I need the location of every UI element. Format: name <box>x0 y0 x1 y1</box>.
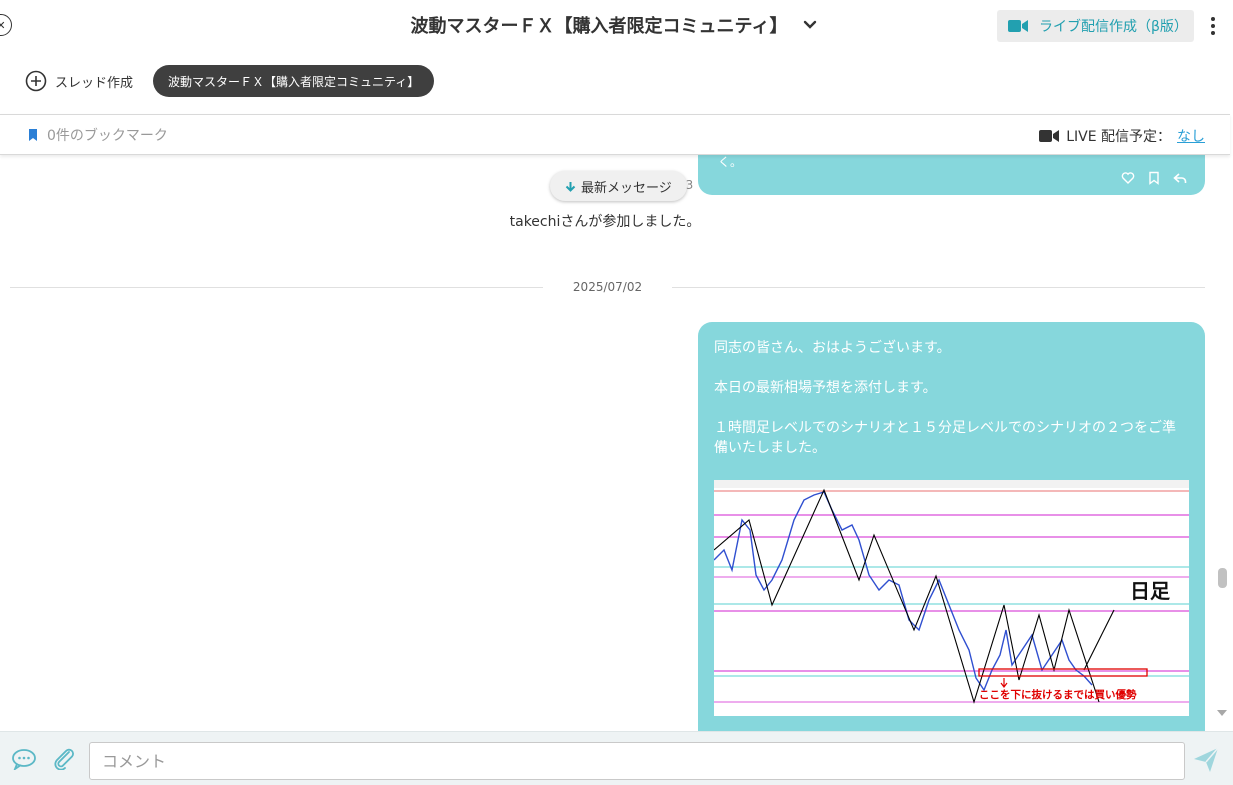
chat-bubble-icon[interactable] <box>11 748 37 770</box>
create-live-label: ライブ配信作成（β版） <box>1039 19 1188 35</box>
date-separator: 2025/07/02 <box>10 279 1206 295</box>
message-bubble: 同志の皆さん、おはようございます。 本日の最新相場予想を添付します。 １時間足レ… <box>698 322 1205 731</box>
message-paragraph: 本日の最新相場予想を添付します。 <box>714 380 937 396</box>
chevron-down-icon[interactable] <box>801 16 819 34</box>
composer <box>0 731 1233 785</box>
live-schedule-link[interactable]: なし <box>1177 126 1205 146</box>
message-actions <box>1121 171 1187 185</box>
reply-icon[interactable] <box>1173 171 1187 185</box>
app-root: ✕ 波動マスターＦＸ【購入者限定コミュニティ】 ライブ配信作成（β版） スレッド… <box>0 0 1233 785</box>
heart-icon[interactable] <box>1121 171 1135 185</box>
comment-input[interactable] <box>89 742 1185 780</box>
bookmark-count: 0件のブックマーク <box>47 128 168 144</box>
bookmark-icon <box>29 129 37 141</box>
bookmarks-button[interactable]: 0件のブックマーク <box>27 125 168 145</box>
create-live-button[interactable]: ライブ配信作成（β版） <box>997 10 1194 42</box>
new-thread-label: スレッド作成 <box>55 75 134 91</box>
chart-note: ここを下に抜けるまでは買い優勢 <box>979 688 1137 701</box>
new-thread-button[interactable]: スレッド作成 <box>25 70 133 92</box>
latest-message-button[interactable]: 最新メッセージ <box>550 171 687 201</box>
paperclip-icon[interactable] <box>52 748 78 770</box>
bookmark-bar: 0件のブックマーク LIVE 配信予定： なし <box>0 114 1230 155</box>
chat-area[interactable]: く。 03 最新メッセージ takechiさんが参加しました。 <box>0 155 1218 731</box>
message-paragraph: 同志の皆さん、おはようございます。 <box>714 340 951 356</box>
more-menu-icon[interactable] <box>1205 14 1221 38</box>
chart-screenshot: ここを下に抜けるまでは買い優勢 日足 <box>713 480 1189 716</box>
latest-message-label: 最新メッセージ <box>581 180 672 196</box>
message-paragraph: １時間足レベルでのシナリオと１５分足レベルでのシナリオの２つをご準備いたしました… <box>714 420 1176 456</box>
video-camera-icon <box>1039 130 1060 142</box>
thread-tabs: スレッド作成 波動マスターＦＸ【購入者限定コミュニティ】 <box>0 56 1230 112</box>
scrollbar-thumb[interactable] <box>1218 568 1227 588</box>
scroll-down-arrow[interactable] <box>1217 710 1227 716</box>
live-schedule-label: LIVE 配信予定： <box>1066 129 1171 145</box>
date-label: 2025/07/02 <box>572 280 643 294</box>
video-camera-icon <box>1008 20 1028 32</box>
message-text-fragment: く。 <box>718 155 743 169</box>
plus-circle-icon <box>25 70 47 92</box>
chart-caption: 日足 <box>1130 579 1171 603</box>
header: ✕ 波動マスターＦＸ【購入者限定コミュニティ】 ライブ配信作成（β版） <box>0 0 1230 54</box>
arrow-down-icon <box>565 181 576 192</box>
bookmark-icon[interactable] <box>1147 171 1161 185</box>
thread-chip-active[interactable]: 波動マスターＦＸ【購入者限定コミュニティ】 <box>153 65 435 97</box>
attached-chart-image[interactable]: ここを下に抜けるまでは買い優勢 日足 <box>713 480 1189 716</box>
send-icon[interactable] <box>1192 746 1220 774</box>
message-bubble-previous: く。 <box>698 155 1205 195</box>
system-message: takechiさんが参加しました。 <box>509 214 701 230</box>
page-title: 波動マスターＦＸ【購入者限定コミュニティ】 <box>410 16 788 37</box>
live-schedule: LIVE 配信予定： なし <box>1038 126 1205 146</box>
